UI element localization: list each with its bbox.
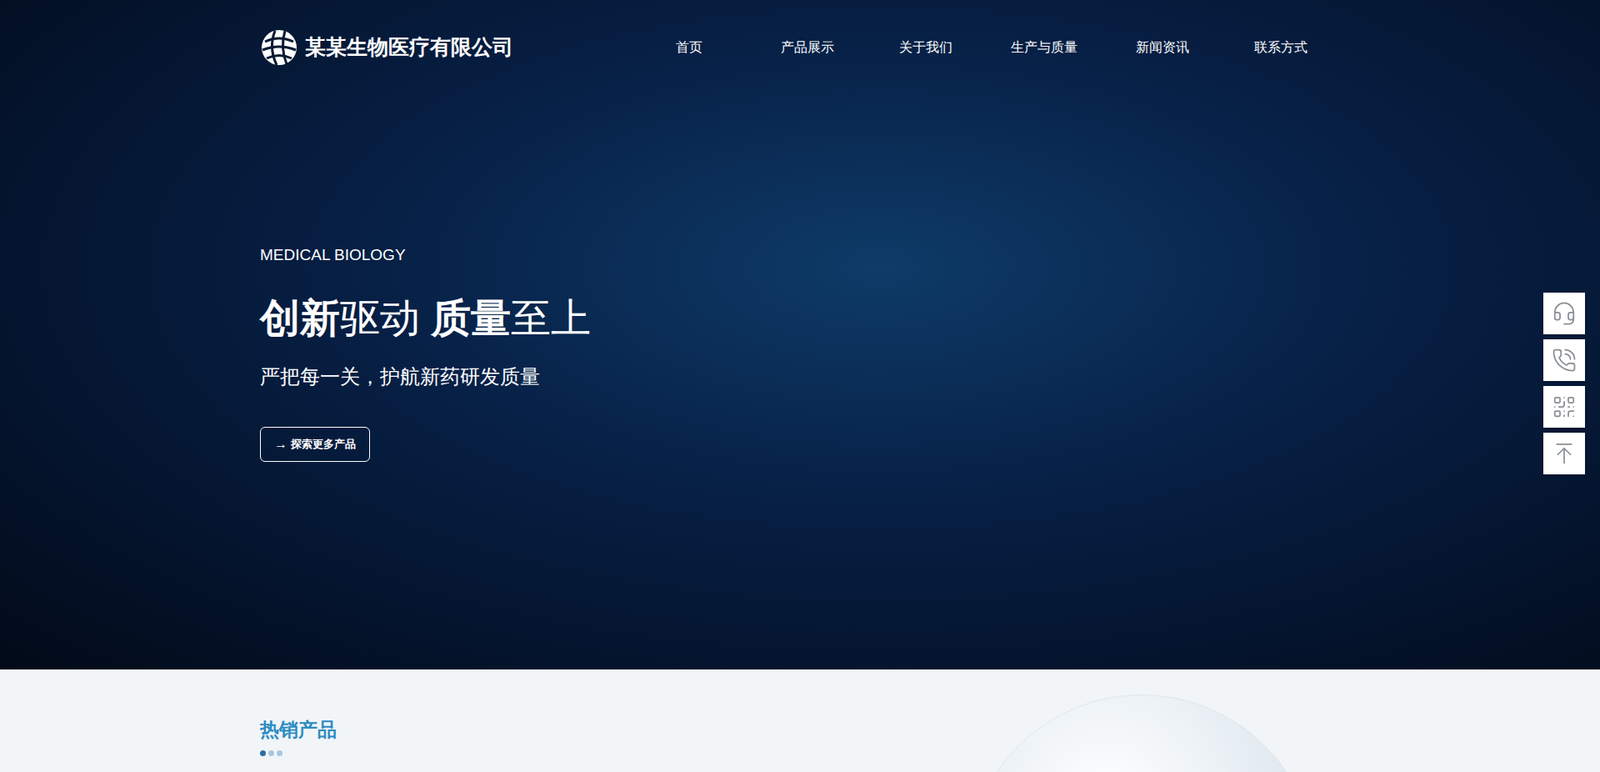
back-to-top-icon: [1551, 440, 1577, 466]
section-title: 热销产品: [260, 717, 1340, 742]
side-tool-button[interactable]: [1543, 339, 1585, 381]
page: 某某生物医疗有限公司 首页产品展示关于我们生产与质量新闻资讯联系方式 MEDICAL…: [0, 0, 1600, 772]
nav-item[interactable]: 首页: [630, 37, 749, 58]
hero-content: MEDICAL BIOLOGY 创新驱动 质量至上严把每一关，护航新药研发质量 →探…: [260, 95, 1340, 462]
main-nav: 首页产品展示关于我们生产与质量新闻资讯联系方式: [630, 37, 1340, 58]
carousel-dot[interactable]: [268, 750, 275, 756]
headset-icon: [1551, 300, 1577, 326]
decor-bubble: [966, 694, 1317, 772]
nav-item[interactable]: 生产与质量: [985, 37, 1104, 58]
arrow-icon: →: [274, 434, 288, 455]
side-tool-button[interactable]: [1543, 385, 1585, 428]
nav-item[interactable]: 产品展示: [748, 37, 867, 58]
hero-headline: 创新驱动 质量至上: [260, 293, 591, 344]
nav-item[interactable]: 关于我们: [866, 37, 985, 58]
hero-subtitle: 严把每一关，护航新药研发质量: [260, 361, 540, 392]
hero-eyebrow: MEDICAL BIOLOGY: [260, 245, 406, 265]
carousel-dot[interactable]: [260, 750, 266, 756]
hot-products: 热销产品: [0, 669, 1600, 772]
header: 某某生物医疗有限公司 首页产品展示关于我们生产与质量新闻资讯联系方式: [260, 0, 1340, 95]
logo[interactable]: 某某生物医疗有限公司: [260, 28, 514, 67]
hero: 某某生物医疗有限公司 首页产品展示关于我们生产与质量新闻资讯联系方式 MEDICAL…: [0, 0, 1600, 670]
side-toolbar: [1543, 292, 1585, 475]
company-name: 某某生物医疗有限公司: [305, 31, 514, 64]
nav-item[interactable]: 新闻资讯: [1103, 37, 1222, 58]
nav-item[interactable]: 联系方式: [1221, 37, 1340, 58]
carousel-dot[interactable]: [276, 750, 283, 756]
phone-icon: [1551, 347, 1577, 373]
logo-icon: [260, 28, 299, 67]
carousel-dots: [260, 750, 1340, 756]
explore-button[interactable]: →探索更多产品: [260, 426, 370, 462]
side-tool-button[interactable]: [1543, 432, 1585, 475]
side-tool-button[interactable]: [1543, 292, 1585, 335]
qrcode-icon: [1551, 394, 1577, 420]
